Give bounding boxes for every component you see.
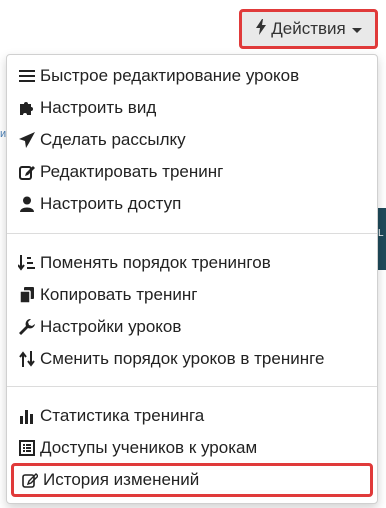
bar-chart-icon (17, 407, 37, 425)
background-block: L (378, 208, 386, 270)
paper-plane-icon (17, 131, 37, 149)
menu-item-change-training-order[interactable]: Поменять порядок тренингов (17, 248, 369, 278)
bolt-icon (255, 18, 267, 40)
actions-dropdown-menu: Быстрое редактирование уроков Настроить … (6, 54, 378, 504)
table-list-icon (17, 439, 37, 457)
menu-item-configure-access[interactable]: Настроить доступ (17, 189, 369, 219)
menu-divider (7, 386, 377, 387)
sort-list-icon (17, 254, 37, 272)
menu-item-edit-training[interactable]: Редактировать тренинг (17, 157, 369, 187)
menu-divider (7, 233, 377, 234)
menu-item-send-mailing[interactable]: Сделать рассылку (17, 125, 369, 155)
caret-down-icon (351, 27, 362, 33)
user-icon (17, 195, 37, 213)
copy-icon (17, 286, 37, 304)
menu-item-quick-edit-lessons[interactable]: Быстрое редактирование уроков (17, 61, 369, 91)
actions-button-label: Действия (271, 19, 346, 38)
edit-outline-icon (20, 471, 40, 489)
actions-button[interactable]: Действия (239, 9, 378, 49)
sort-arrows-icon (17, 350, 37, 368)
wrench-icon (17, 318, 37, 336)
puzzle-icon (17, 99, 37, 117)
menu-item-student-lesson-access[interactable]: Доступы учеников к урокам (17, 433, 369, 463)
menu-item-configure-view[interactable]: Настроить вид (17, 93, 369, 123)
menu-item-copy-training[interactable]: Копировать тренинг (17, 280, 369, 310)
list-icon (17, 67, 37, 85)
menu-item-change-history[interactable]: История изменений (11, 463, 373, 497)
menu-item-training-statistics[interactable]: Статистика тренинга (17, 401, 369, 431)
menu-item-change-lesson-order[interactable]: Сменить порядок уроков в тренинге (17, 344, 369, 374)
menu-item-lesson-settings[interactable]: Настройки уроков (17, 312, 369, 342)
edit-icon (17, 163, 37, 181)
